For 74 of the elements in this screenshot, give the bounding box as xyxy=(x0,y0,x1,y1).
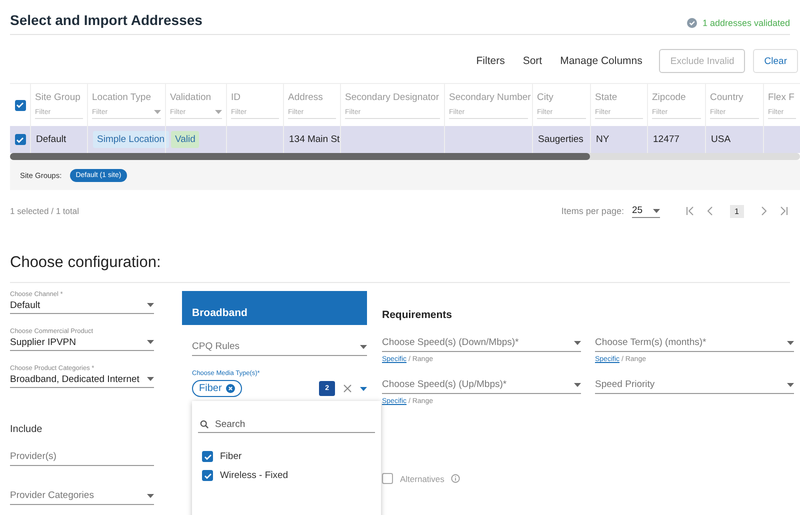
toolbar-action[interactable]: Manage Columns xyxy=(551,55,652,67)
caret-icon xyxy=(147,376,154,380)
table-cell: 12477 xyxy=(653,134,680,145)
caret-icon xyxy=(574,382,581,386)
row-checkbox[interactable] xyxy=(14,134,26,145)
table-cell: 134 Main St xyxy=(289,134,340,145)
caret-icon xyxy=(787,340,794,344)
select-field[interactable]: Choose Speed(s) (Down/Mbps)* xyxy=(382,337,581,352)
table-cell: Default xyxy=(36,134,66,145)
column-header[interactable]: City xyxy=(537,92,586,102)
select-field[interactable]: Speed Priority xyxy=(595,379,794,394)
table-cell: Saugerties xyxy=(538,134,584,145)
validation-status: 1 addresses validated xyxy=(702,18,790,28)
column-header[interactable]: Site Group xyxy=(35,92,83,102)
selection-summary: 1 selected / 1 total xyxy=(10,206,80,216)
first-page-icon[interactable] xyxy=(684,206,695,216)
search-field[interactable]: Search xyxy=(198,419,375,433)
column-header[interactable]: ID xyxy=(231,92,279,102)
caret-icon xyxy=(147,494,154,498)
clear-icon[interactable] xyxy=(343,384,352,393)
caret-icon xyxy=(574,340,581,344)
toolbar-action[interactable]: Filters xyxy=(467,55,514,67)
horizontal-scrollbar[interactable] xyxy=(10,153,800,160)
alternatives-label: Alternatives xyxy=(400,474,444,484)
column-header[interactable]: Country xyxy=(710,92,759,102)
providers-field[interactable]: Provider(s) xyxy=(10,451,154,466)
column-header[interactable]: Secondary Designator xyxy=(345,92,440,102)
dropdown-option[interactable]: Wireless - Fixed xyxy=(202,470,375,481)
check-circle-icon xyxy=(687,18,698,28)
panel-header: Broadband xyxy=(182,291,367,325)
caret-icon[interactable] xyxy=(360,386,367,390)
dropdown-option[interactable]: Fiber xyxy=(202,451,375,462)
section-title: Choose configuration: xyxy=(10,254,790,283)
column-header[interactable]: State xyxy=(595,92,643,102)
items-per-page-select[interactable]: 25 xyxy=(632,204,660,218)
column-header[interactable]: Flex F xyxy=(768,92,796,102)
column-header[interactable]: Zipcode xyxy=(652,92,701,102)
column-header[interactable]: Validation xyxy=(170,92,222,102)
table-tag: Valid xyxy=(171,131,200,148)
requirements-heading: Requirements xyxy=(382,309,454,321)
table-row[interactable]: Default Simple Location Valid 134 Main St Saugerties NY 12477 USA xyxy=(10,126,800,153)
column-header[interactable]: Address xyxy=(288,92,336,102)
select-field[interactable]: Choose Term(s) (months)* xyxy=(595,337,794,352)
caret-icon xyxy=(787,382,794,386)
table-cell: USA xyxy=(711,134,731,145)
remove-icon[interactable] xyxy=(226,384,235,393)
search-icon xyxy=(200,420,209,429)
include-heading: Include xyxy=(10,424,44,435)
info-icon[interactable] xyxy=(451,474,460,483)
alternatives-checkbox[interactable] xyxy=(382,473,393,484)
next-page-icon[interactable] xyxy=(759,206,769,216)
option-checkbox[interactable] xyxy=(202,470,213,481)
caret-icon xyxy=(215,110,222,114)
table-tag: Simple Location xyxy=(93,131,169,148)
column-header[interactable]: Location Type xyxy=(92,92,161,102)
media-type-chip[interactable]: Fiber xyxy=(192,380,242,397)
toolbar-button[interactable]: Clear xyxy=(753,49,798,73)
caret-icon xyxy=(154,110,161,114)
items-per-page-label: Items per page: xyxy=(561,206,624,216)
caret-icon xyxy=(360,344,367,348)
cpq-rules-select[interactable]: CPQ Rules xyxy=(192,341,367,356)
caret-icon xyxy=(147,302,154,306)
last-page-icon[interactable] xyxy=(779,206,789,216)
provider-categories-select[interactable]: Provider Categories xyxy=(10,490,154,505)
option-checkbox[interactable] xyxy=(202,451,213,462)
caret-icon xyxy=(652,208,660,212)
previous-page-icon[interactable] xyxy=(704,206,715,216)
table-cell: NY xyxy=(596,134,610,145)
toolbar-action[interactable]: Sort xyxy=(514,55,552,67)
page-number[interactable]: 1 xyxy=(730,204,744,218)
select-all-checkbox[interactable] xyxy=(14,100,26,110)
page-title: Select and Import Addresses xyxy=(10,12,202,28)
select-field[interactable]: Choose Speed(s) (Up/Mbps)* xyxy=(382,379,581,394)
caret-icon xyxy=(147,340,154,344)
